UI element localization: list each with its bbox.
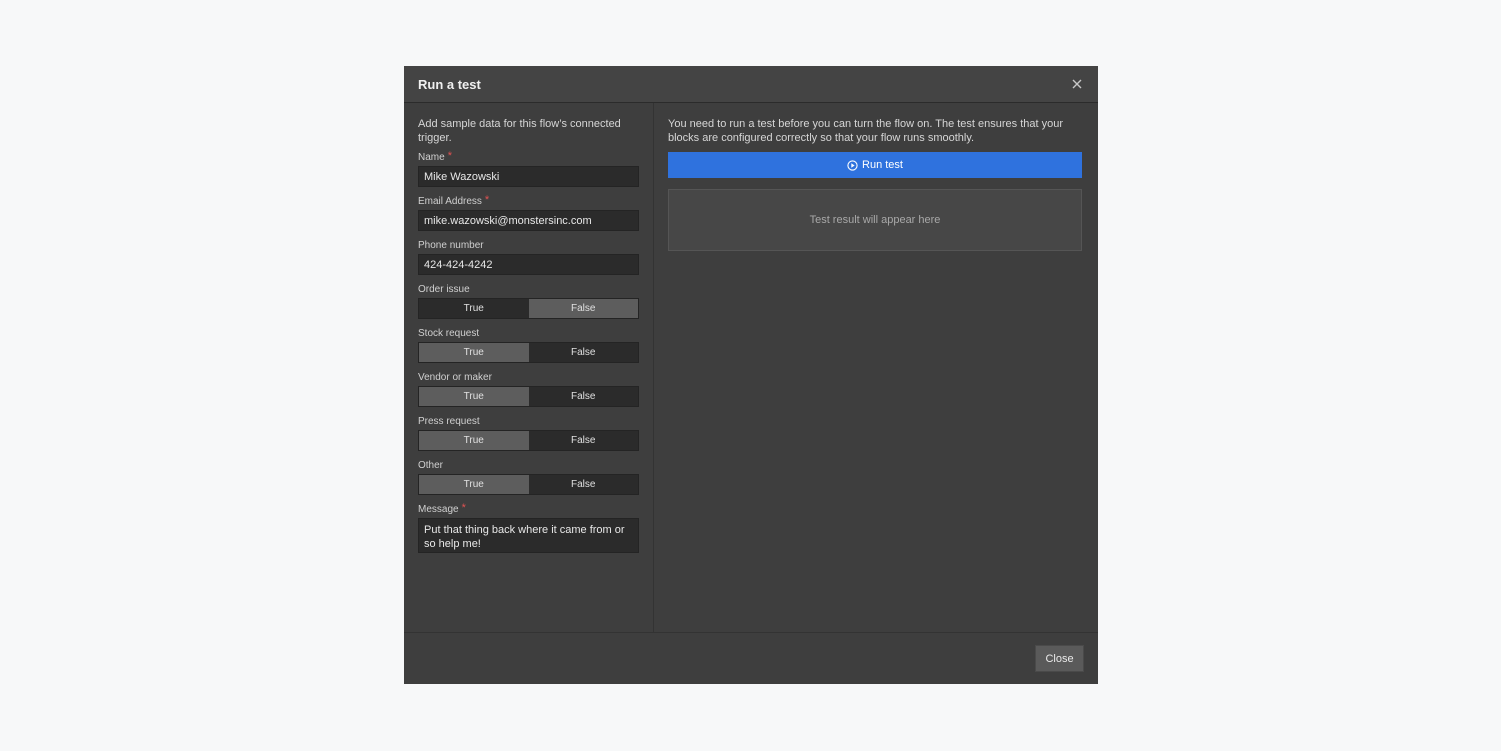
other-field: Other True False xyxy=(418,460,639,495)
stock-request-field: Stock request True False xyxy=(418,328,639,363)
message-label: Message xyxy=(418,504,459,515)
name-label: Name xyxy=(418,152,445,163)
sample-data-form: Add sample data for this flow’s connecte… xyxy=(404,103,654,632)
form-intro: Add sample data for this flow’s connecte… xyxy=(418,118,621,144)
run-test-button[interactable]: Run test xyxy=(668,152,1082,178)
vendor-or-maker-toggle: True False xyxy=(418,386,639,407)
press-request-label: Press request xyxy=(418,416,480,427)
required-marker: * xyxy=(447,150,452,162)
test-result-placeholder: Test result will appear here xyxy=(809,214,941,226)
order-issue-false[interactable]: False xyxy=(528,299,638,318)
other-false[interactable]: False xyxy=(528,475,638,494)
message-textarea[interactable]: Put that thing back where it came from o… xyxy=(418,518,639,553)
email-field: Email Address * mike.wazowski@monstersin… xyxy=(418,194,639,231)
run-test-modal: Run a test Add sample data for this flow… xyxy=(404,66,1098,684)
press-request-toggle: True False xyxy=(418,430,639,451)
test-result-area: Test result will appear here xyxy=(668,189,1082,251)
run-test-label: Run test xyxy=(862,159,903,171)
stock-request-true[interactable]: True xyxy=(419,343,529,362)
press-request-true[interactable]: True xyxy=(419,431,529,450)
other-toggle: True False xyxy=(418,474,639,495)
close-icon[interactable] xyxy=(1070,77,1084,91)
test-panel: You need to run a test before you can tu… xyxy=(654,103,1098,632)
vendor-or-maker-true[interactable]: True xyxy=(419,387,529,406)
press-request-false[interactable]: False xyxy=(528,431,638,450)
vendor-or-maker-field: Vendor or maker True False xyxy=(418,372,639,407)
phone-field: Phone number 424-424-4242 xyxy=(418,240,639,275)
order-issue-label: Order issue xyxy=(418,284,470,295)
name-input[interactable]: Mike Wazowski xyxy=(418,166,639,187)
modal-footer: Close xyxy=(404,632,1098,684)
vendor-or-maker-label: Vendor or maker xyxy=(418,372,492,383)
modal-body: Add sample data for this flow’s connecte… xyxy=(404,103,1098,632)
close-button[interactable]: Close xyxy=(1035,645,1084,672)
message-field: Message * Put that thing back where it c… xyxy=(418,502,639,553)
email-input[interactable]: mike.wazowski@monstersinc.com xyxy=(418,210,639,231)
modal-title: Run a test xyxy=(418,76,481,92)
play-circle-icon xyxy=(847,159,858,171)
modal-header: Run a test xyxy=(404,66,1098,103)
vendor-or-maker-false[interactable]: False xyxy=(528,387,638,406)
press-request-field: Press request True False xyxy=(418,416,639,451)
test-info: You need to run a test before you can tu… xyxy=(668,118,1064,144)
phone-input[interactable]: 424-424-4242 xyxy=(418,254,639,275)
required-marker: * xyxy=(461,502,466,514)
order-issue-field: Order issue True False xyxy=(418,284,639,319)
order-issue-true[interactable]: True xyxy=(419,299,529,318)
order-issue-toggle: True False xyxy=(418,298,639,319)
stock-request-toggle: True False xyxy=(418,342,639,363)
other-true[interactable]: True xyxy=(419,475,529,494)
other-label: Other xyxy=(418,460,444,471)
email-label: Email Address xyxy=(418,196,482,207)
required-marker: * xyxy=(484,194,490,206)
name-field: Name * Mike Wazowski xyxy=(418,150,639,187)
phone-label: Phone number xyxy=(418,240,484,251)
stock-request-label: Stock request xyxy=(418,328,480,339)
stock-request-false[interactable]: False xyxy=(528,343,638,362)
